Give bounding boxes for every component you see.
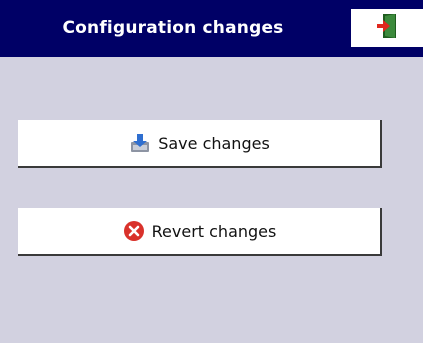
exit-door-icon [376,13,398,43]
save-changes-button[interactable]: Save changes [18,120,382,168]
revert-changes-label: Revert changes [151,221,277,241]
exit-button[interactable] [351,9,423,47]
close-circle-icon [122,219,146,243]
revert-changes-button[interactable]: Revert changes [18,208,382,256]
save-disk-icon [128,131,152,155]
page-title: Configuration changes [62,18,284,38]
title-bar: Configuration changes [0,0,423,57]
save-changes-label: Save changes [158,133,270,153]
